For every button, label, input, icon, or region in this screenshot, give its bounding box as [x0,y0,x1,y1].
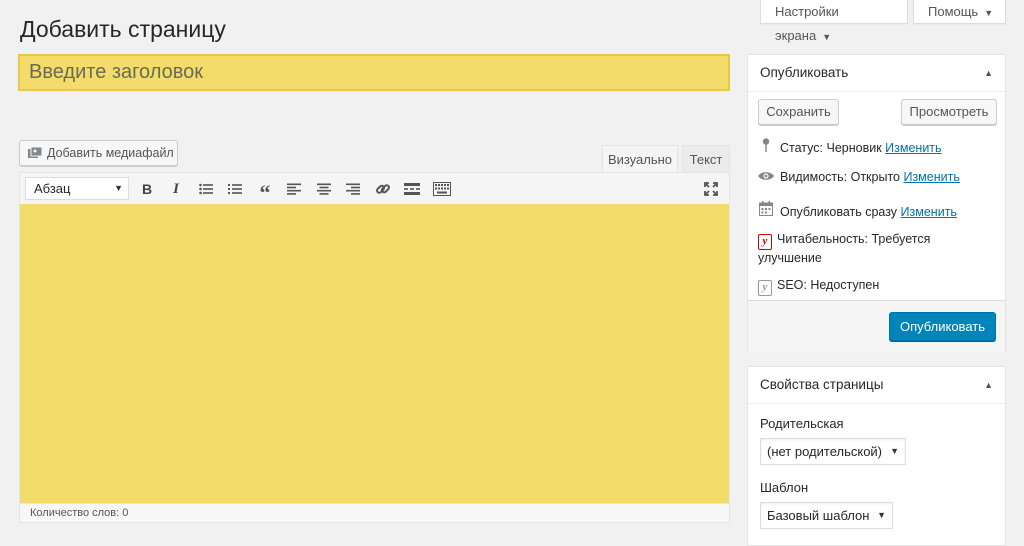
publish-panel-title: Опубликовать [760,65,849,80]
edit-visibility-link[interactable]: Изменить [903,170,959,184]
page-title: Добавить страницу [20,16,226,42]
align-right-icon[interactable] [343,179,363,199]
caret-down-icon: ▼ [984,8,994,18]
collapse-icon[interactable]: ▲ [984,367,993,403]
pin-icon [758,138,774,155]
edit-schedule-link[interactable]: Изменить [901,205,957,219]
page-attributes-header[interactable]: Свойства страницы ▲ [748,367,1005,404]
template-label: Шаблон [760,480,809,495]
numbered-list-icon[interactable] [225,179,245,199]
caret-down-icon: ▼ [890,446,899,456]
caret-down-icon: ▼ [877,510,886,520]
yoast-seo-icon: y [758,280,772,296]
publish-panel: Опубликовать ▲ Сохранить Просмотреть Ста… [747,54,1006,352]
screen-options-tab[interactable]: Настройки экрана ▼ [760,0,908,43]
eye-icon [758,170,774,184]
editor-content-area[interactable] [20,204,729,503]
visibility-value: Открыто [850,170,900,184]
status-value: Черновик [826,141,882,155]
format-select-value: Абзац [34,181,71,196]
schedule-row: Опубликовать сразу Изменить [758,201,957,219]
bold-icon[interactable]: B [137,179,157,199]
tab-visual[interactable]: Визуально [602,145,678,172]
help-label: Помощь [928,4,979,19]
caret-down-icon: ▼ [114,183,123,193]
parent-label: Родительская [760,416,844,431]
parent-select[interactable]: (нет родительской) ▼ [760,438,906,465]
page-attributes-title: Свойства страницы [760,377,884,392]
seo-text: SEO: Недоступен [777,278,880,292]
parent-select-value: (нет родительской) [767,444,883,459]
add-media-label: Добавить медиафайл [47,146,174,160]
preview-button[interactable]: Просмотреть [901,99,997,125]
template-select[interactable]: Базовый шаблон ▼ [760,502,893,529]
publish-button[interactable]: Опубликовать [889,312,996,341]
collapse-icon[interactable]: ▲ [984,55,993,91]
yoast-readability-icon: y [758,234,772,250]
publish-actions: Опубликовать [748,300,1005,352]
align-left-icon[interactable] [284,179,304,199]
link-icon[interactable] [373,179,393,199]
fullscreen-icon[interactable] [701,179,721,199]
bullet-list-icon[interactable] [196,179,216,199]
calendar-icon [758,201,774,219]
page-attributes-panel: Свойства страницы ▲ Родительская (нет ро… [747,366,1006,546]
help-tab[interactable]: Помощь ▼ [913,0,1006,24]
editor: Абзац ▼ B I “ Количество слов: 0 [19,172,730,523]
word-count: Количество слов: 0 [20,503,729,522]
visibility-row: Видимость: Открыто Изменить [758,170,960,184]
edit-status-link[interactable]: Изменить [885,141,941,155]
read-more-icon[interactable] [402,179,422,199]
media-icon [28,147,42,158]
status-row: Статус: Черновик Изменить [758,138,942,155]
editor-toolbar: Абзац ▼ B I “ [20,173,729,205]
title-input[interactable]: Введите заголовок [18,54,730,91]
toolbar-toggle-icon[interactable] [432,179,452,199]
readability-text: Читабельность: Требуется улучшение [758,232,931,265]
status-label: Статус: [780,141,823,155]
readability-row: y Читабельность: Требуется улучшение [758,231,988,267]
add-media-button[interactable]: Добавить медиафайл [19,140,178,166]
publish-panel-header[interactable]: Опубликовать ▲ [748,55,1005,92]
caret-down-icon: ▼ [822,32,832,42]
italic-icon[interactable]: I [166,179,186,199]
seo-row: y SEO: Недоступен [758,278,879,296]
align-center-icon[interactable] [314,179,334,199]
blockquote-icon[interactable]: “ [255,179,275,204]
template-select-value: Базовый шаблон [767,508,870,523]
visibility-label: Видимость: [780,170,848,184]
format-select[interactable]: Абзац ▼ [25,177,129,200]
save-draft-button[interactable]: Сохранить [758,99,839,125]
tab-text[interactable]: Текст [682,145,730,172]
title-placeholder: Введите заголовок [29,61,204,83]
schedule-label: Опубликовать сразу [780,205,898,219]
